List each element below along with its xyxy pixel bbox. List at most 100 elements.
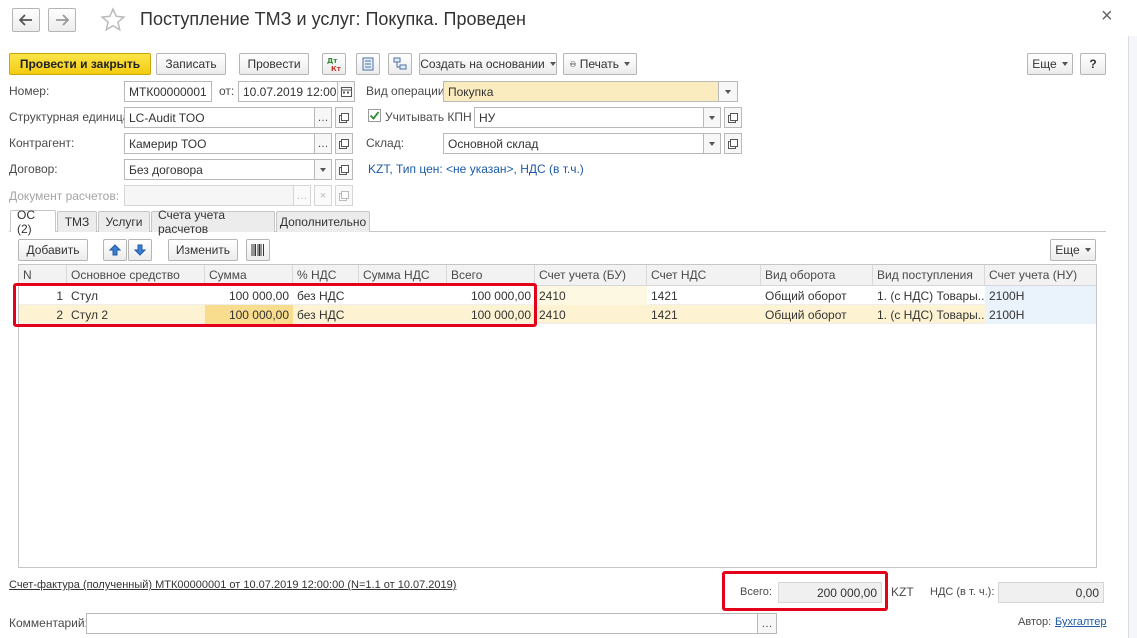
settlement-doc-clear-button[interactable]: × (314, 185, 332, 206)
warehouse-field[interactable]: Основной склад (443, 133, 704, 154)
column-header-account-bu[interactable]: Счет учета (БУ) (535, 265, 647, 285)
contractor-select-button[interactable]: … (314, 133, 332, 154)
chevron-down-icon (1084, 248, 1091, 252)
unit-open-button[interactable] (335, 107, 353, 128)
print-button[interactable]: Печать (563, 53, 637, 75)
favorite-star-icon[interactable] (100, 7, 126, 36)
table-more-button[interactable]: Еще (1050, 239, 1096, 261)
column-header-vat-account[interactable]: Счет НДС (647, 265, 761, 285)
chevron-down-icon (1061, 62, 1068, 66)
move-up-button[interactable] (103, 239, 127, 261)
column-header-amount[interactable]: Сумма (205, 265, 293, 285)
arrow-down-icon (134, 244, 146, 256)
turnover-type-cell[interactable]: Общий оборот (761, 305, 873, 324)
warehouse-dropdown[interactable] (703, 133, 721, 154)
close-icon[interactable]: × (1101, 5, 1113, 28)
contractor-open-button[interactable] (335, 133, 353, 154)
window-title: Поступление ТМЗ и услуг: Покупка. Провед… (140, 9, 526, 29)
column-header-receipt-type[interactable]: Вид поступления (873, 265, 985, 285)
column-header-account-nu[interactable]: Счет учета (НУ) (985, 265, 1096, 285)
arrow-right-icon (56, 14, 69, 26)
comment-field[interactable] (86, 613, 758, 634)
checkmark-icon (369, 111, 380, 120)
total-value: 200 000,00 (816, 585, 877, 600)
settlement-doc-open-button[interactable] (335, 185, 353, 206)
document-list-button[interactable] (356, 53, 380, 75)
operation-type-dropdown[interactable] (718, 81, 738, 102)
column-header-turnover-type[interactable]: Вид оборота (761, 265, 873, 285)
warehouse-label: Склад: (366, 136, 405, 150)
open-icon (339, 138, 349, 149)
vat-total-field: 0,00 (998, 582, 1104, 603)
number-field[interactable]: МТК00000001 (124, 81, 212, 102)
post-button[interactable]: Провести (239, 53, 309, 75)
vat-account-cell[interactable]: 1421 (647, 305, 761, 324)
author-link[interactable]: Бухгалтер (1055, 616, 1106, 628)
contract-label: Договор: (9, 162, 58, 176)
account-bu-cell[interactable]: 2410 (535, 286, 647, 305)
barcode-button[interactable] (246, 239, 270, 261)
comment-select-button[interactable]: … (757, 613, 777, 634)
turnover-type-cell[interactable]: Общий оборот (761, 286, 873, 305)
vat-account-cell[interactable]: 1421 (647, 286, 761, 305)
tab-inventory[interactable]: ТМЗ (57, 211, 97, 232)
kpn-field[interactable]: НУ (474, 107, 704, 128)
invoice-link[interactable]: Счет-фактура (полученный) МТК00000001 от… (9, 579, 456, 591)
date-label: от: (219, 84, 235, 98)
post-and-close-button[interactable]: Провести и закрыть (9, 53, 151, 75)
contract-field[interactable]: Без договора (124, 159, 315, 180)
chevron-down-icon (709, 141, 715, 146)
create-based-on-button[interactable]: Создать на основании (419, 53, 557, 75)
operation-type-field[interactable]: Покупка (443, 81, 719, 102)
kpn-checkbox[interactable] (368, 109, 381, 122)
comment-label: Комментарий: (9, 616, 88, 630)
dt-kt-button[interactable]: Дт Кт (322, 53, 346, 75)
contract-open-button[interactable] (335, 159, 353, 180)
tab-fixed-assets[interactable]: ОС (2) (10, 208, 56, 236)
printer-icon (570, 61, 576, 67)
print-label: Печать (579, 57, 619, 71)
number-label: Номер: (9, 84, 50, 98)
column-header-vat-amount[interactable]: Сумма НДС (359, 265, 447, 285)
add-row-button[interactable]: Добавить (18, 239, 88, 261)
contract-dropdown[interactable] (314, 159, 332, 180)
more-button[interactable]: Еще (1027, 53, 1073, 75)
tab-services[interactable]: Услуги (98, 211, 150, 232)
column-header-asset[interactable]: Основное средство (67, 265, 205, 285)
unit-field[interactable]: LC-Audit TOO (124, 107, 315, 128)
column-header-vat-rate[interactable]: % НДС (293, 265, 359, 285)
account-nu-cell[interactable]: 2100Н (985, 286, 1096, 305)
structure-button[interactable] (388, 53, 412, 75)
edit-row-button[interactable]: Изменить (168, 239, 238, 261)
account-bu-cell[interactable]: 2410 (535, 305, 647, 324)
column-header-total[interactable]: Всего (447, 265, 535, 285)
kpn-dropdown[interactable] (703, 107, 721, 128)
arrow-left-icon (19, 14, 32, 26)
forward-button[interactable] (48, 8, 76, 32)
contractor-label: Контрагент: (9, 136, 75, 150)
account-nu-cell[interactable]: 2100Н (985, 305, 1096, 324)
arrow-up-icon (109, 244, 121, 256)
settlement-doc-field[interactable] (124, 185, 294, 206)
column-header-n[interactable]: N (19, 265, 67, 285)
open-icon (339, 112, 349, 123)
price-settings-link[interactable]: KZT, Тип цен: <не указан>, НДС (в т.ч.) (368, 162, 584, 176)
receipt-type-cell[interactable]: 1. (с НДС) Товары... (873, 305, 985, 324)
back-button[interactable] (12, 8, 40, 32)
calendar-button[interactable] (337, 81, 355, 102)
kpn-open-button[interactable] (724, 107, 742, 128)
date-field[interactable]: 10.07.2019 12:00:0 (238, 81, 338, 102)
author-label: Автор: (1018, 616, 1052, 628)
help-button[interactable]: ? (1080, 53, 1106, 75)
unit-select-button[interactable]: … (314, 107, 332, 128)
unit-label: Структурная единица: (9, 110, 133, 124)
tab-additional[interactable]: Дополнительно (276, 211, 370, 232)
settlement-doc-select-button[interactable]: … (293, 185, 311, 206)
save-button[interactable]: Записать (156, 53, 226, 75)
warehouse-open-button[interactable] (724, 133, 742, 154)
contractor-field[interactable]: Камерир ТОО (124, 133, 315, 154)
receipt-type-cell[interactable]: 1. (с НДС) Товары... (873, 286, 985, 305)
move-down-button[interactable] (128, 239, 152, 261)
total-field: 200 000,00 (778, 582, 882, 603)
tab-settlement-accounts[interactable]: Счета учета расчетов (151, 208, 275, 236)
